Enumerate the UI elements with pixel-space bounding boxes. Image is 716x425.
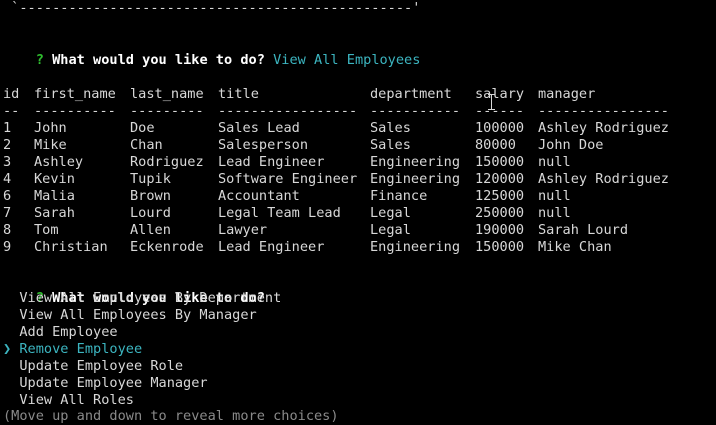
table-cell-salary: 125000 <box>475 188 525 204</box>
table-cell-manager: Mike Chan <box>538 239 612 255</box>
choice-label: Remove Employee <box>19 341 143 357</box>
table-cell-last-name: Lourd <box>130 205 171 221</box>
table-cell-salary: ------ <box>475 103 525 119</box>
table-cell-title: Lawyer <box>218 222 268 238</box>
table-cell-last-name: Tupik <box>130 171 171 187</box>
pointer-chevron-icon: ❯ <box>3 341 12 357</box>
choice-label: Update Employee Manager <box>19 375 208 391</box>
choice-item[interactable]: Update Employee Manager <box>3 375 208 392</box>
table-cell-department: Legal <box>370 205 411 221</box>
prompt-answer-1: View All Employees <box>273 52 421 68</box>
table-cell-salary: 120000 <box>475 171 525 187</box>
table-cell-manager: John Doe <box>538 137 604 153</box>
table-cell-last-name: Chan <box>130 137 163 153</box>
table-cell-title: Salesperson <box>218 137 309 153</box>
choice-item[interactable]: ❯ Remove Employee <box>3 341 142 358</box>
table-cell-salary: 250000 <box>475 205 525 221</box>
choice-label: View All Roles <box>19 392 134 408</box>
table-cell-salary: 80000 <box>475 137 516 153</box>
table-cell-id: 8 <box>3 222 12 238</box>
choice-label: Add Employee <box>19 324 118 340</box>
table-cell-department: Finance <box>370 188 428 204</box>
table-cell-title: Legal Team Lead <box>218 205 341 221</box>
table-cell-salary: 150000 <box>475 239 525 255</box>
table-cell-department: ----------- <box>370 103 461 119</box>
table-cell-id: 1 <box>3 120 12 136</box>
table-cell-department: Engineering <box>370 154 461 170</box>
table-cell-id: 2 <box>3 137 12 153</box>
table-cell-title: Lead Engineer <box>218 239 325 255</box>
table-cell-last-name: Eckenrode <box>130 239 204 255</box>
question-mark-icon: ? <box>35 52 44 68</box>
table-cell-id: 9 <box>3 239 12 255</box>
table-cell-id: 3 <box>3 154 12 170</box>
table-cell-last-name: Rodriguez <box>130 154 204 170</box>
table-cell-id: 7 <box>3 205 12 221</box>
choice-label: Update Employee Role <box>19 358 184 374</box>
table-cell-title: ----------------- <box>218 103 358 119</box>
table-cell-department: Sales <box>370 120 411 136</box>
table-cell-department: Engineering <box>370 239 461 255</box>
choice-label: View All Employees By Department <box>19 290 282 306</box>
table-cell-last-name: last_name <box>130 86 204 102</box>
table-cell-manager: Ashley Rodriguez <box>538 171 669 187</box>
choice-label: View All Employees By Manager <box>19 307 257 323</box>
table-cell-salary: salary <box>475 86 525 102</box>
table-cell-manager: Sarah Lourd <box>538 222 629 238</box>
table-cell-id: 4 <box>3 171 12 187</box>
table-cell-department: Engineering <box>370 171 461 187</box>
prompt-line-2: ? What would you like to do? <box>3 273 265 306</box>
table-cell-first-name: Ashley <box>34 154 84 170</box>
table-cell-last-name: Brown <box>130 188 171 204</box>
table-cell-department: department <box>370 86 452 102</box>
choice-item[interactable]: View All Employees By Department <box>3 290 281 307</box>
choice-item[interactable]: Update Employee Role <box>3 358 183 375</box>
table-cell-salary: 190000 <box>475 222 525 238</box>
table-cell-manager: null <box>538 188 571 204</box>
table-cell-first-name: Malia <box>34 188 75 204</box>
table-cell-department: Sales <box>370 137 411 153</box>
table-cell-first-name: first_name <box>34 86 116 102</box>
table-cell-first-name: Mike <box>34 137 67 153</box>
choice-item[interactable]: View All Roles <box>3 392 134 409</box>
table-cell-title: Software Engineer <box>218 171 358 187</box>
table-cell-first-name: John <box>34 120 67 136</box>
table-cell-title: title <box>218 86 259 102</box>
terminal-window[interactable]: `---------------------------------------… <box>0 0 716 425</box>
text-cursor-icon <box>488 94 495 110</box>
table-cell-id: 6 <box>3 188 12 204</box>
table-cell-manager: null <box>538 154 571 170</box>
table-cell-department: Legal <box>370 222 411 238</box>
choices-hint: (Move up and down to reveal more choices… <box>3 408 339 424</box>
table-cell-title: Sales Lead <box>218 120 300 136</box>
table-cell-manager: Ashley Rodriguez <box>538 120 669 136</box>
choice-item[interactable]: Add Employee <box>3 324 118 341</box>
table-cell-first-name: Sarah <box>34 205 75 221</box>
table-cell-first-name: Christian <box>34 239 108 255</box>
table-cell-manager: manager <box>538 86 596 102</box>
table-cell-id: id <box>3 86 20 102</box>
choice-item[interactable]: View All Employees By Manager <box>3 307 257 324</box>
table-cell-last-name: --------- <box>130 103 204 119</box>
table-cell-first-name: Kevin <box>34 171 75 187</box>
table-cell-id: -- <box>3 103 20 119</box>
table-cell-title: Lead Engineer <box>218 154 325 170</box>
table-cell-salary: 100000 <box>475 120 525 136</box>
prompt-question-1: What would you like to do? <box>52 52 265 68</box>
table-cell-last-name: Doe <box>130 120 155 136</box>
table-cell-last-name: Allen <box>130 222 171 238</box>
table-cell-first-name: ---------- <box>34 103 116 119</box>
table-cell-title: Accountant <box>218 188 300 204</box>
table-cell-manager: null <box>538 205 571 221</box>
table-cell-manager: ---------------- <box>538 103 669 119</box>
top-border-line: `---------------------------------------… <box>3 0 421 16</box>
table-cell-salary: 150000 <box>475 154 525 170</box>
table-cell-first-name: Tom <box>34 222 59 238</box>
prompt-line-1: ? What would you like to do? View All Em… <box>3 35 421 68</box>
